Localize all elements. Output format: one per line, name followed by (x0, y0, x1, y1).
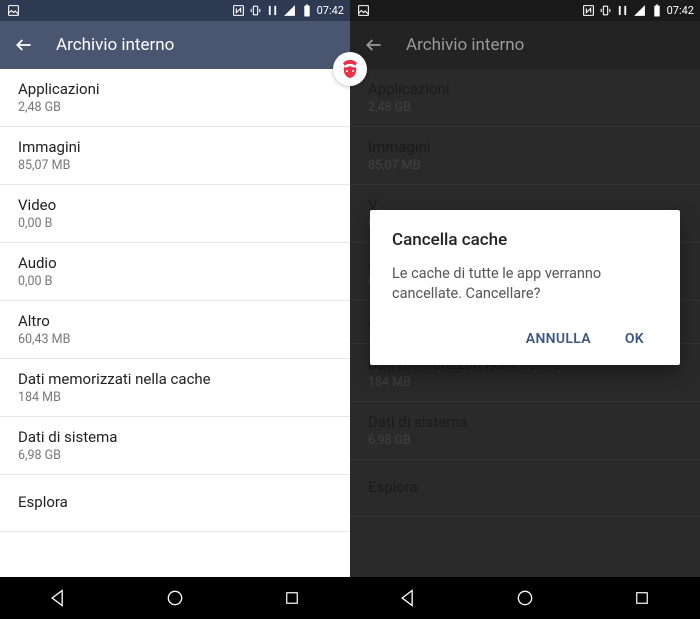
nav-recent-icon[interactable] (612, 584, 672, 612)
phone-left: 07:42 Archivio interno Applicazioni2,48 … (0, 0, 350, 619)
dialog-message: Le cache di tutte le app verranno cancel… (392, 264, 658, 303)
data-icon (616, 4, 630, 18)
storage-list: Applicazioni2,48 GB Immagini85,07 MB Vid… (0, 69, 350, 577)
app-bar: Archivio interno (350, 21, 700, 69)
vibrate-icon (249, 4, 263, 18)
status-time: 07:42 (317, 4, 344, 17)
battery-icon (650, 4, 664, 18)
signal-icon (633, 4, 647, 18)
list-item[interactable]: Immagini85,07 MB (350, 127, 700, 185)
list-item[interactable]: Applicazioni2,48 GB (350, 69, 700, 127)
nav-back-icon[interactable] (378, 584, 438, 612)
signal-icon (283, 4, 297, 18)
list-item[interactable]: Dati di sistema6,98 GB (0, 417, 350, 475)
back-icon[interactable] (364, 35, 384, 55)
status-bar: 07:42 (0, 0, 350, 21)
list-item[interactable]: Dati di sistema6,98 GB (350, 402, 700, 460)
app-bar: Archivio interno (0, 21, 350, 69)
nav-bar (350, 577, 700, 619)
list-item[interactable]: Dati memorizzati nella cache184 MB (0, 359, 350, 417)
picture-icon (356, 4, 370, 18)
picture-icon (6, 4, 20, 18)
dialog-title: Cancella cache (392, 230, 658, 250)
page-title: Archivio interno (56, 35, 174, 55)
list-item[interactable]: Immagini85,07 MB (0, 127, 350, 185)
nav-home-icon[interactable] (145, 584, 205, 612)
clear-cache-dialog: Cancella cache Le cache di tutte le app … (370, 210, 680, 365)
status-time: 07:42 (667, 4, 694, 17)
nav-recent-icon[interactable] (262, 584, 322, 612)
nav-bar (0, 577, 350, 619)
list-item[interactable]: Altro60,43 MB (0, 301, 350, 359)
page-title: Archivio interno (406, 35, 524, 55)
list-item[interactable]: Esplora (0, 475, 350, 532)
cancel-button[interactable]: ANNULLA (522, 323, 595, 355)
list-item[interactable]: Video0,00 B (0, 185, 350, 243)
battery-icon (300, 4, 314, 18)
phone-right: 07:42 Archivio interno Applicazioni2,48 … (350, 0, 700, 619)
vibrate-icon (599, 4, 613, 18)
list-item[interactable]: Audio0,00 B (0, 243, 350, 301)
nfc-icon (232, 4, 246, 18)
status-bar: 07:42 (350, 0, 700, 21)
mascot-badge (333, 52, 367, 86)
list-item[interactable]: Esplora (350, 460, 700, 517)
nfc-icon (582, 4, 596, 18)
list-item[interactable]: Applicazioni2,48 GB (0, 69, 350, 127)
data-icon (266, 4, 280, 18)
nav-back-icon[interactable] (28, 584, 88, 612)
ok-button[interactable]: OK (621, 323, 648, 355)
back-icon[interactable] (14, 35, 34, 55)
nav-home-icon[interactable] (495, 584, 555, 612)
